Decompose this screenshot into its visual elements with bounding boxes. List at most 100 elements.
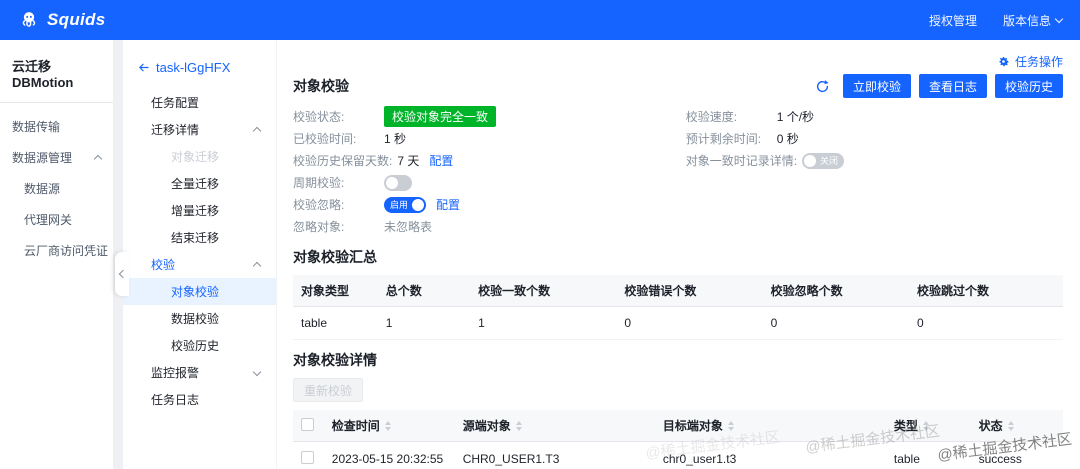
details-col-status[interactable]: 状态 [970, 410, 1063, 442]
switch-text: 关闭 [820, 156, 839, 166]
summary-col-consistent: 校验一致个数 [470, 275, 617, 307]
task-panel: task-lGgHFX 任务配置 迁移详情 对象迁移 全量迁移 增量迁移 结束迁… [115, 40, 1080, 469]
sort-icon [384, 420, 391, 431]
tasknav-item-end-migration[interactable]: 结束迁移 [123, 224, 276, 251]
details-row: 2023-05-15 20:32:55 CHR0_USER1.T3 chr0_u… [293, 441, 1063, 469]
primary-sidebar: 云迁移 DBMotion 数据传输 数据源管理 数据源 代理网关 云厂商访问凭证 [0, 40, 113, 469]
nav-authorization-label: 授权管理 [928, 13, 977, 28]
tasknav-item-label: 对象迁移 [171, 150, 220, 164]
tasknav-item-incremental-migration[interactable]: 增量迁移 [123, 197, 276, 224]
tasknav-item-label: 增量迁移 [171, 204, 220, 218]
summary-cell: 1 [377, 306, 471, 340]
tasknav-item-label: 任务日志 [151, 393, 200, 407]
tasknav-group-label: 校验 [151, 258, 176, 272]
details-table: 检查时间 源端对象 目标端对象 类型 状态 2023-05-15 20:32:5… [293, 410, 1063, 469]
select-all-checkbox[interactable] [301, 417, 314, 431]
col-label: 目标端对象 [662, 419, 723, 433]
switch-knob [386, 176, 398, 189]
verify-now-button[interactable]: 立即校验 [842, 74, 911, 98]
sidebar-item-datasource-mgmt[interactable]: 数据源管理 [0, 142, 113, 173]
record-detail-label: 对象一致时记录详情: [685, 154, 798, 168]
summary-table: 对象类型 总个数 校验一致个数 校验错误个数 校验忽略个数 校验跳过个数 tab… [293, 275, 1063, 340]
col-label: 状态 [978, 419, 1003, 433]
refresh-button[interactable] [811, 74, 835, 98]
summary-header-row: 对象类型 总个数 校验一致个数 校验错误个数 校验忽略个数 校验跳过个数 [293, 275, 1063, 307]
view-log-button[interactable]: 查看日志 [918, 74, 987, 98]
history-days-label: 校验历史保留天数: [293, 154, 393, 168]
record-detail-toggle[interactable]: 关闭 [802, 152, 845, 169]
tasknav-item-label: 校验历史 [171, 339, 220, 353]
tasknav-item-task-config[interactable]: 任务配置 [123, 89, 276, 116]
ignore-config-link[interactable]: 配置 [436, 196, 460, 213]
tasknav-group-monitor-alarm[interactable]: 监控报警 [123, 359, 276, 386]
field-history-days: 校验历史保留天数: 7 天 配置 [293, 152, 686, 169]
tasknav-item-data-verification[interactable]: 数据校验 [123, 305, 276, 332]
brand[interactable]: Squids [18, 9, 105, 31]
tasknav-item-label: 数据校验 [171, 312, 220, 326]
nav-version-label: 版本信息 [1002, 13, 1051, 28]
row-checkbox[interactable] [301, 451, 314, 464]
details-col-source-object[interactable]: 源端对象 [454, 410, 655, 442]
chevron-left-icon [118, 269, 128, 279]
sidebar-item-datasource[interactable]: 数据源 [0, 173, 113, 204]
summary-cell: 0 [908, 306, 1063, 340]
sidebar-item-label: 数据源 [24, 182, 61, 196]
field-status: 校验状态: 校验对象完全一致 [293, 106, 686, 127]
field-row: 校验历史保留天数: 7 天 配置 对象一致时记录详情: 关闭 [293, 150, 1063, 171]
field-verified-time: 已校验时间: 1 秒 [293, 130, 686, 147]
nav-authorization[interactable]: 授权管理 [929, 12, 977, 29]
field-speed: 校验速度: 1 个/秒 [686, 108, 814, 125]
tasknav-group-migration-detail[interactable]: 迁移详情 [123, 116, 276, 143]
tasknav-group-verification[interactable]: 校验 [123, 251, 276, 278]
switch-knob [412, 198, 424, 211]
remaining-time-value: 0 秒 [776, 132, 799, 146]
tasknav-item-task-log[interactable]: 任务日志 [123, 386, 276, 413]
summary-cell: table [293, 306, 378, 340]
summary-row: table 1 1 0 0 0 [293, 306, 1063, 340]
field-ignore: 校验忽略: 启用 配置 [293, 196, 686, 213]
sort-icon [515, 420, 522, 431]
col-label: 检查时间 [331, 419, 380, 433]
sidebar-item-cloud-credentials[interactable]: 云厂商访问凭证 [0, 235, 113, 266]
details-title: 对象校验详情 [293, 352, 377, 368]
tasknav-item-full-migration[interactable]: 全量迁移 [123, 170, 276, 197]
sidebar-collapse-handle[interactable] [115, 252, 129, 296]
details-col-type[interactable]: 类型 [885, 410, 971, 442]
sort-icon [922, 420, 929, 431]
field-row: 校验忽略: 启用 配置 [293, 194, 1063, 215]
field-row: 已校验时间: 1 秒 预计剩余时间: 0 秒 [293, 128, 1063, 149]
select-all-header [293, 410, 324, 442]
field-remaining-time: 预计剩余时间: 0 秒 [686, 130, 799, 147]
ignore-toggle[interactable]: 启用 [384, 196, 426, 213]
cycle-verify-toggle[interactable] [384, 174, 412, 191]
details-col-target-object[interactable]: 目标端对象 [654, 410, 886, 442]
history-days-value: 7 天 [397, 154, 420, 168]
summary-title: 对象校验汇总 [293, 249, 377, 265]
field-row: 周期校验: [293, 172, 1063, 193]
check-time-cell: 2023-05-15 20:32:55 [323, 441, 455, 469]
tasknav-item-object-verification[interactable]: 对象校验 [123, 278, 276, 305]
sort-icon [727, 420, 734, 431]
tasknav-group-label: 迁移详情 [151, 123, 200, 137]
history-days-config-link[interactable]: 配置 [429, 152, 453, 169]
verified-time-label: 已校验时间: [293, 132, 357, 146]
summary-cell: 0 [762, 306, 909, 340]
tasknav-item-verification-history[interactable]: 校验历史 [123, 332, 276, 359]
sidebar-item-label: 云厂商访问凭证 [24, 244, 109, 258]
back-link[interactable]: task-lGgHFX [123, 52, 276, 89]
task-operations-button[interactable]: 任务操作 [997, 52, 1063, 70]
field-row: 忽略对象: 未忽略表 [293, 216, 1063, 237]
sidebar-item-proxy-gateway[interactable]: 代理网关 [0, 204, 113, 235]
sidebar-item-label: 数据传输 [12, 120, 61, 134]
details-col-check-time[interactable]: 检查时间 [323, 410, 455, 442]
chevron-down-icon [252, 367, 262, 376]
summary-cell: 1 [470, 306, 617, 340]
ops-row: 任务操作 [293, 52, 1063, 70]
reverify-button: 重新校验 [293, 378, 364, 402]
gear-icon [997, 55, 1010, 68]
field-row: 校验状态: 校验对象完全一致 校验速度: 1 个/秒 [293, 106, 1063, 127]
nav-version-info[interactable]: 版本信息 [1002, 12, 1064, 29]
verify-history-button[interactable]: 校验历史 [994, 74, 1063, 98]
sidebar-item-data-transmission[interactable]: 数据传输 [0, 111, 113, 142]
topbar: Squids 授权管理 版本信息 [0, 0, 1080, 40]
